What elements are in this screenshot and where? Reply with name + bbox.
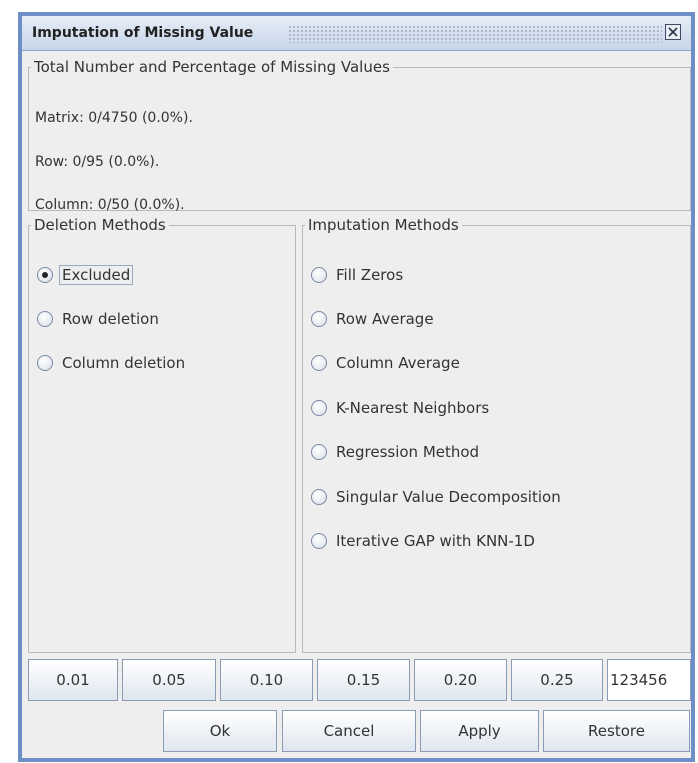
radio-fill-zeros[interactable]: Fill Zeros [311, 264, 403, 286]
radio-label: Singular Value Decomposition [336, 488, 561, 506]
radio-unselected-icon[interactable] [311, 400, 327, 416]
radio-label: Row deletion [62, 310, 159, 328]
percent-button-0-15[interactable]: 0.15 [317, 659, 410, 701]
window-title: Imputation of Missing Value [32, 25, 254, 41]
title-bar-grip [288, 25, 662, 43]
imputation-methods-legend: Imputation Methods [308, 216, 459, 234]
radio-unselected-icon[interactable] [37, 311, 53, 327]
radio-label: Row Average [336, 310, 434, 328]
radio-unselected-icon[interactable] [311, 533, 327, 549]
restore-button[interactable]: Restore [543, 710, 690, 752]
radio-column-deletion[interactable]: Column deletion [37, 352, 185, 374]
radio-label: Column deletion [62, 354, 186, 372]
title-bar[interactable]: Imputation of Missing Value [22, 16, 691, 51]
radio-unselected-icon[interactable] [311, 489, 327, 505]
radio-unselected-icon[interactable] [311, 355, 327, 371]
radio-row-deletion[interactable]: Row deletion [37, 308, 159, 330]
matrix-stat: Matrix: 0/4750 (0.0%). [35, 110, 193, 126]
percent-button-0-10[interactable]: 0.10 [220, 659, 313, 701]
row-stat: Row: 0/95 (0.0%). [35, 154, 160, 170]
ok-button[interactable]: Ok [163, 710, 277, 752]
percent-button-0-25[interactable]: 0.25 [511, 659, 603, 701]
percent-button-0-01[interactable]: 0.01 [28, 659, 118, 701]
seed-input[interactable] [607, 659, 691, 701]
radio-selected-icon[interactable] [37, 267, 53, 283]
close-icon [668, 27, 678, 37]
radio-column-average[interactable]: Column Average [311, 352, 460, 374]
dialog-window: Imputation of Missing Value Total Number… [18, 12, 695, 762]
close-button[interactable] [665, 24, 681, 40]
column-stat: Column: 0/50 (0.0%). [35, 197, 185, 213]
radio-knn[interactable]: K-Nearest Neighbors [311, 397, 489, 419]
deletion-methods-legend: Deletion Methods [34, 216, 166, 234]
radio-label: Excluded [59, 265, 134, 285]
radio-unselected-icon[interactable] [37, 355, 53, 371]
missing-values-legend: Total Number and Percentage of Missing V… [34, 58, 390, 76]
radio-unselected-icon[interactable] [311, 444, 327, 460]
radio-label: Regression Method [336, 443, 480, 461]
radio-unselected-icon[interactable] [311, 311, 327, 327]
radio-row-average[interactable]: Row Average [311, 308, 434, 330]
cancel-button[interactable]: Cancel [282, 710, 416, 752]
radio-label: K-Nearest Neighbors [336, 399, 490, 417]
deletion-methods-panel: Deletion Methods Excluded Row deletion C… [28, 216, 296, 653]
missing-values-panel: Total Number and Percentage of Missing V… [28, 58, 691, 213]
imputation-methods-panel: Imputation Methods Fill Zeros Row Averag… [302, 216, 691, 653]
percent-button-0-05[interactable]: 0.05 [122, 659, 216, 701]
apply-button[interactable]: Apply [420, 710, 539, 752]
percent-button-0-20[interactable]: 0.20 [414, 659, 507, 701]
radio-label: Iterative GAP with KNN-1D [336, 532, 535, 550]
radio-label: Column Average [336, 354, 460, 372]
radio-unselected-icon[interactable] [311, 267, 327, 283]
radio-svd[interactable]: Singular Value Decomposition [311, 486, 561, 508]
radio-regression[interactable]: Regression Method [311, 441, 479, 463]
radio-excluded[interactable]: Excluded [37, 264, 134, 286]
radio-iterative-gap[interactable]: Iterative GAP with KNN-1D [311, 530, 535, 552]
radio-label: Fill Zeros [336, 266, 404, 284]
dialog-content: Imputation of Missing Value Total Number… [22, 16, 691, 758]
